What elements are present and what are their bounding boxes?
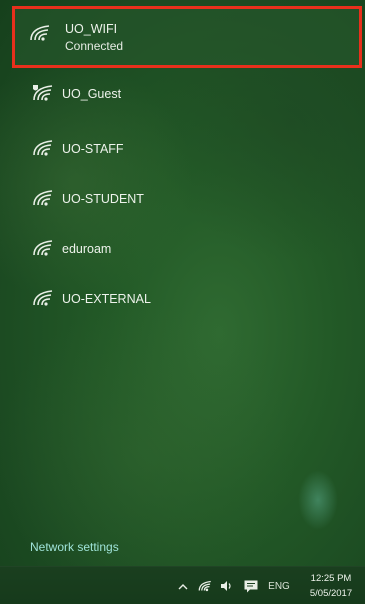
- desktop-background: UO_WIFI Connected UO_Guest UO-STAFF UO-S…: [0, 0, 365, 604]
- clock[interactable]: 12:25 PM 5/05/2017: [298, 571, 364, 601]
- clock-date: 5/05/2017: [309, 588, 353, 599]
- network-status: Connected: [65, 39, 124, 53]
- network-item-uo-wifi[interactable]: UO_WIFI Connected: [12, 6, 362, 68]
- language-indicator[interactable]: ENG: [265, 567, 293, 604]
- network-tray-button[interactable]: [196, 567, 214, 604]
- network-label: UO-EXTERNAL: [62, 291, 151, 308]
- action-center-button[interactable]: [241, 567, 261, 604]
- wifi-icon: [198, 580, 211, 592]
- volume-icon: [221, 581, 231, 591]
- network-item-uo-guest[interactable]: UO_Guest: [16, 84, 361, 144]
- show-hidden-icons-button[interactable]: [175, 567, 191, 604]
- network-name: UO-STAFF: [62, 142, 124, 156]
- network-label: UO_Guest: [62, 86, 121, 103]
- network-label: UO-STAFF: [62, 141, 124, 158]
- network-name: UO_WIFI: [65, 22, 118, 36]
- network-label: eduroam: [62, 241, 111, 258]
- network-item-uo-external[interactable]: UO-EXTERNAL: [16, 289, 361, 349]
- wifi-icon: [30, 25, 50, 41]
- network-label: UO_WIFI Connected: [65, 21, 123, 55]
- wifi-icon: [33, 290, 53, 306]
- clock-time: 12:25 PM: [310, 573, 352, 584]
- taskbar: ENG 12:25 PM 5/05/2017: [0, 566, 365, 604]
- network-flyout: UO_WIFI Connected UO_Guest UO-STAFF UO-S…: [0, 0, 365, 566]
- network-name: eduroam: [62, 242, 112, 256]
- action-center-icon: [244, 580, 258, 592]
- chevron-up-icon: [178, 583, 188, 589]
- wifi-icon: [33, 240, 53, 256]
- network-name: UO-EXTERNAL: [62, 292, 151, 306]
- network-settings-link[interactable]: Network settings: [30, 540, 119, 554]
- network-name: UO_Guest: [62, 87, 122, 101]
- network-label: UO-STUDENT: [62, 191, 144, 208]
- wifi-icon: [33, 140, 53, 156]
- network-name: UO-STUDENT: [62, 192, 144, 206]
- wifi-open-icon: [33, 85, 53, 101]
- wifi-icon: [33, 190, 53, 206]
- volume-button[interactable]: [218, 567, 236, 604]
